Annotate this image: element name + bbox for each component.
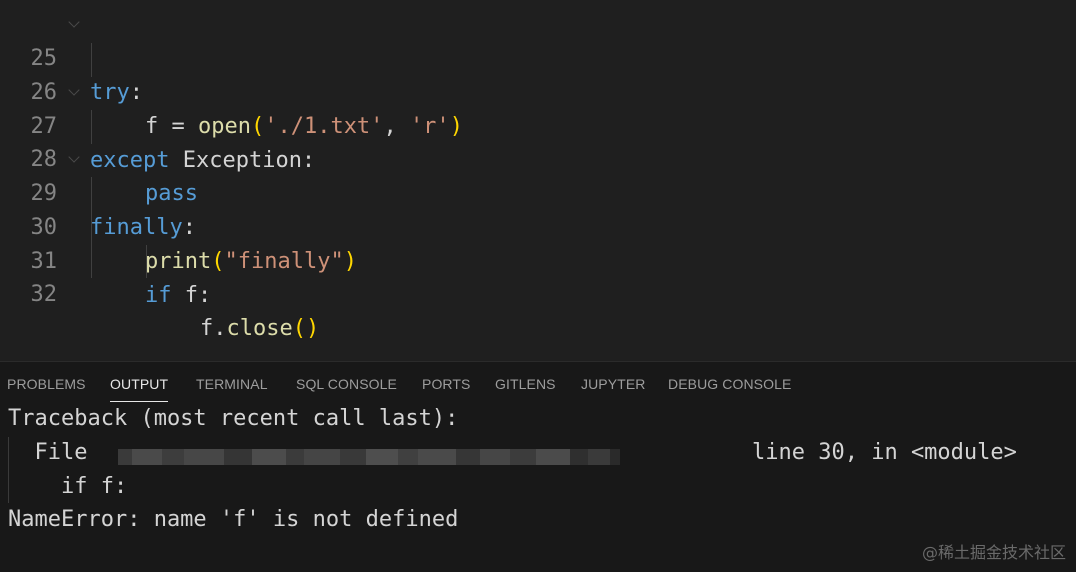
tab-gitlens[interactable]: GITLENS	[495, 362, 556, 406]
output-line: line 30, in <module>	[752, 440, 1017, 465]
paren-token: ()	[292, 316, 320, 341]
code-line[interactable]: 32 f.close()	[0, 244, 1076, 341]
tab-debug-console[interactable]: DEBUG CONSOLE	[668, 362, 791, 406]
line-number: 32	[30, 282, 58, 307]
code-line[interactable]: 29 finally:	[0, 143, 1076, 240]
code-token: f.	[200, 316, 227, 341]
code-editor[interactable]: 25 try: 26 f = open('./1.txt', 'r') 27 e…	[0, 0, 1076, 361]
tab-output[interactable]: OUTPUT	[110, 362, 169, 406]
tab-ports[interactable]: PORTS	[422, 362, 470, 406]
tab-jupyter[interactable]: JUPYTER	[581, 362, 646, 406]
code-line[interactable]: 26 f = open('./1.txt', 'r')	[0, 42, 1076, 139]
panel-tab-bar: PROBLEMS OUTPUT TERMINAL SQL CONSOLE POR…	[0, 362, 1076, 406]
output-line: Traceback (most recent call last):	[8, 406, 459, 431]
code-line[interactable]: 25 try:	[0, 8, 1076, 105]
tab-sql-console[interactable]: SQL CONSOLE	[296, 362, 397, 406]
code-line[interactable]: 30 print("finally")	[0, 177, 1076, 274]
tab-terminal[interactable]: TERMINAL	[196, 362, 268, 406]
code-line[interactable]: 27 except Exception:	[0, 76, 1076, 173]
output-line: File	[8, 440, 101, 465]
output-line: if f:	[8, 474, 128, 499]
keyword-token: if	[145, 283, 172, 308]
tab-problems[interactable]: PROBLEMS	[7, 362, 86, 406]
watermark: @稀土掘金技术社区	[921, 543, 1066, 562]
code-line[interactable]: 31 if f:	[0, 211, 1076, 308]
code-token: f:	[171, 283, 212, 308]
redacted-path	[118, 449, 620, 465]
output-line: NameError: name 'f' is not defined	[8, 507, 459, 532]
function-token: close	[226, 316, 293, 341]
code-line[interactable]: 28 pass	[0, 109, 1076, 206]
